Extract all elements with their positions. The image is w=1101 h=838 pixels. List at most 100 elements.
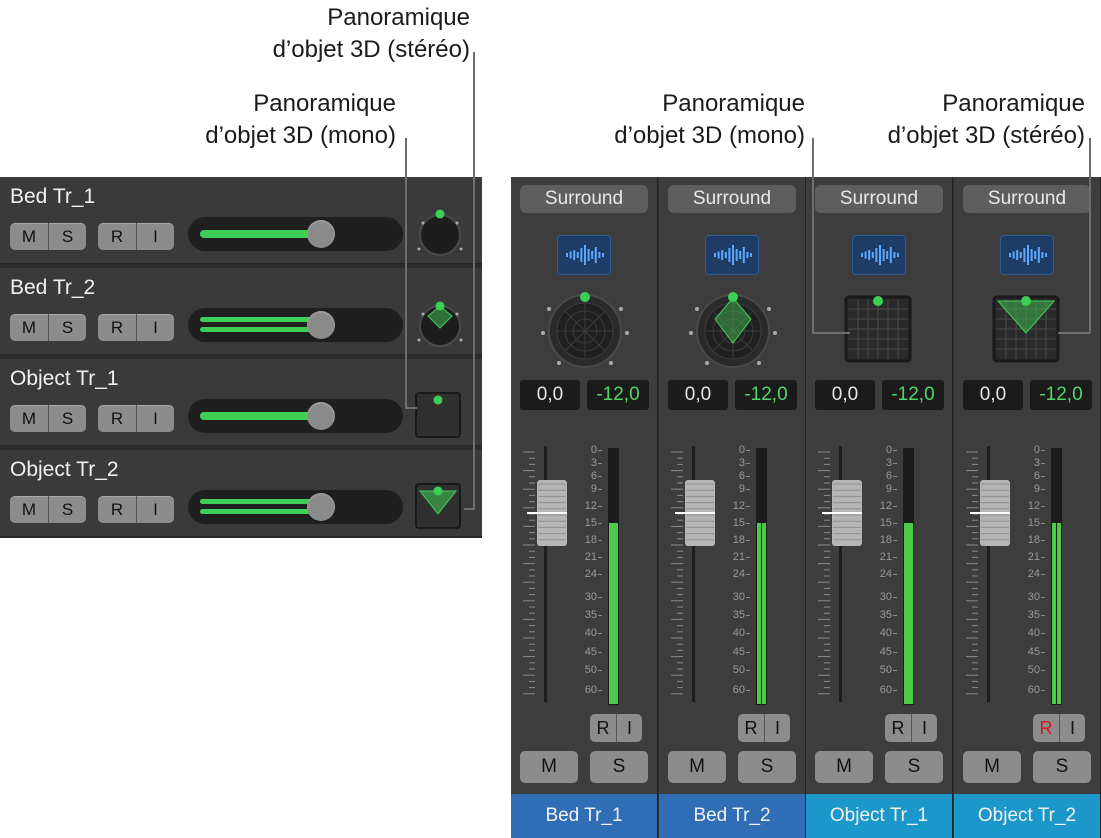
waveform-button[interactable] bbox=[1000, 235, 1054, 275]
mute-solo-button[interactable]: M S bbox=[10, 223, 86, 250]
record-enable-button[interactable]: R bbox=[98, 405, 136, 432]
record-input-button[interactable]: R I bbox=[98, 496, 174, 523]
solo-button[interactable]: S bbox=[48, 223, 86, 250]
record-enable-button[interactable]: R bbox=[885, 714, 911, 742]
pan-value-field[interactable]: 0,0 bbox=[520, 380, 580, 410]
mute-button[interactable]: M bbox=[10, 496, 48, 523]
surround-pan-knob-stereo-icon[interactable] bbox=[414, 296, 466, 352]
fader-area[interactable] bbox=[669, 442, 717, 713]
record-input-button[interactable]: RI bbox=[885, 714, 937, 742]
pan-value-field[interactable]: 0,0 bbox=[815, 380, 875, 410]
input-monitor-button[interactable]: I bbox=[136, 223, 174, 250]
input-monitor-button[interactable]: I bbox=[616, 714, 642, 742]
mute-button[interactable]: M bbox=[520, 751, 578, 783]
object-panner-icon[interactable] bbox=[838, 289, 922, 373]
volume-slider[interactable] bbox=[188, 308, 403, 342]
record-enable-button[interactable]: R bbox=[1033, 714, 1059, 742]
volume-fader[interactable] bbox=[669, 442, 717, 708]
mute-button[interactable]: M bbox=[10, 223, 48, 250]
record-enable-button[interactable]: R bbox=[98, 223, 136, 250]
fader-cap[interactable] bbox=[822, 480, 862, 546]
waveform-button[interactable] bbox=[705, 235, 759, 275]
fader-cap[interactable] bbox=[970, 480, 1010, 546]
volume-slider-handle[interactable] bbox=[307, 220, 335, 248]
volume-slider-handle[interactable] bbox=[307, 493, 335, 521]
surround-pan-knob-icon[interactable] bbox=[414, 205, 466, 261]
pan-control[interactable] bbox=[687, 287, 779, 376]
object-pan-stereo-icon[interactable] bbox=[414, 482, 464, 532]
input-monitor-button[interactable]: I bbox=[136, 314, 174, 341]
mute-button[interactable]: M bbox=[963, 751, 1021, 783]
record-enable-button[interactable]: R bbox=[590, 714, 616, 742]
volume-value-field[interactable]: -12,0 bbox=[1030, 380, 1092, 410]
input-monitor-button[interactable]: I bbox=[911, 714, 937, 742]
volume-slider[interactable] bbox=[188, 217, 403, 251]
mute-button[interactable]: M bbox=[10, 405, 48, 432]
mute-button[interactable]: M bbox=[10, 314, 48, 341]
channel-name[interactable]: Bed Tr_1 bbox=[511, 794, 657, 838]
channel-name[interactable]: Bed Tr_2 bbox=[659, 794, 805, 838]
surround-panner-icon[interactable] bbox=[687, 287, 779, 371]
volume-fader[interactable] bbox=[964, 442, 1012, 708]
fader-cap[interactable] bbox=[675, 480, 715, 546]
record-enable-button[interactable]: R bbox=[738, 714, 764, 742]
channel-name[interactable]: Object Tr_2 bbox=[954, 794, 1100, 838]
record-input-button[interactable]: R I bbox=[98, 405, 174, 432]
input-monitor-button[interactable]: I bbox=[1059, 714, 1085, 742]
fader-cap[interactable] bbox=[527, 480, 567, 546]
input-monitor-button[interactable]: I bbox=[136, 496, 174, 523]
fader-area[interactable] bbox=[521, 442, 569, 713]
record-input-button[interactable]: R I bbox=[98, 223, 174, 250]
output-slot-button[interactable]: Surround bbox=[520, 185, 648, 213]
volume-value-field[interactable]: -12,0 bbox=[587, 380, 649, 410]
mute-button[interactable]: M bbox=[668, 751, 726, 783]
fader-area[interactable] bbox=[964, 442, 1012, 713]
input-monitor-button[interactable]: I bbox=[136, 405, 174, 432]
track-row[interactable]: Bed Tr_1 M S R I bbox=[0, 177, 482, 264]
output-slot-button[interactable]: Surround bbox=[815, 185, 943, 213]
pan-value-field[interactable]: 0,0 bbox=[963, 380, 1023, 410]
pan-value-field[interactable]: 0,0 bbox=[668, 380, 728, 410]
waveform-button[interactable] bbox=[852, 235, 906, 275]
input-monitor-button[interactable]: I bbox=[764, 714, 790, 742]
record-enable-button[interactable]: R bbox=[98, 496, 136, 523]
record-input-button[interactable]: RI bbox=[590, 714, 642, 742]
object-pan-square-icon[interactable] bbox=[414, 391, 464, 441]
record-input-button[interactable]: R I bbox=[98, 314, 174, 341]
solo-button[interactable]: S bbox=[738, 751, 796, 783]
volume-fader[interactable] bbox=[816, 442, 864, 708]
track-row[interactable]: Object Tr_1 M S R I bbox=[0, 359, 482, 446]
output-slot-button[interactable]: Surround bbox=[668, 185, 796, 213]
volume-fader[interactable] bbox=[521, 442, 569, 708]
track-row[interactable]: Bed Tr_2 M S R I bbox=[0, 268, 482, 355]
mute-button[interactable]: M bbox=[815, 751, 873, 783]
volume-slider-handle[interactable] bbox=[307, 402, 335, 430]
volume-slider[interactable] bbox=[188, 399, 403, 433]
output-slot-button[interactable]: Surround bbox=[963, 185, 1091, 213]
volume-value-field[interactable]: -12,0 bbox=[735, 380, 797, 410]
mute-solo-button[interactable]: M S bbox=[10, 405, 86, 432]
solo-button[interactable]: S bbox=[48, 405, 86, 432]
waveform-button[interactable] bbox=[557, 235, 611, 275]
record-input-button[interactable]: RI bbox=[1033, 714, 1085, 742]
solo-button[interactable]: S bbox=[885, 751, 943, 783]
solo-button[interactable]: S bbox=[1033, 751, 1091, 783]
channel-strip: Surround 0,0 -12,0 0 3 6 9 12 15 18 21 24 30 35 40 45 50… bbox=[659, 177, 806, 838]
mute-solo-button[interactable]: M S bbox=[10, 314, 86, 341]
record-input-button[interactable]: RI bbox=[738, 714, 790, 742]
object-panner-icon[interactable] bbox=[986, 289, 1070, 373]
record-enable-button[interactable]: R bbox=[98, 314, 136, 341]
solo-button[interactable]: S bbox=[48, 314, 86, 341]
volume-slider[interactable] bbox=[188, 490, 403, 524]
track-row[interactable]: Object Tr_2 M S R I bbox=[0, 450, 482, 537]
solo-button[interactable]: S bbox=[590, 751, 648, 783]
surround-panner-icon[interactable] bbox=[539, 287, 631, 371]
solo-button[interactable]: S bbox=[48, 496, 86, 523]
channel-name[interactable]: Object Tr_1 bbox=[806, 794, 952, 838]
pan-control[interactable] bbox=[838, 289, 922, 378]
pan-control[interactable] bbox=[539, 287, 631, 376]
fader-area[interactable] bbox=[816, 442, 864, 713]
mute-solo-button[interactable]: M S bbox=[10, 496, 86, 523]
volume-value-field[interactable]: -12,0 bbox=[882, 380, 944, 410]
volume-slider-handle[interactable] bbox=[307, 311, 335, 339]
